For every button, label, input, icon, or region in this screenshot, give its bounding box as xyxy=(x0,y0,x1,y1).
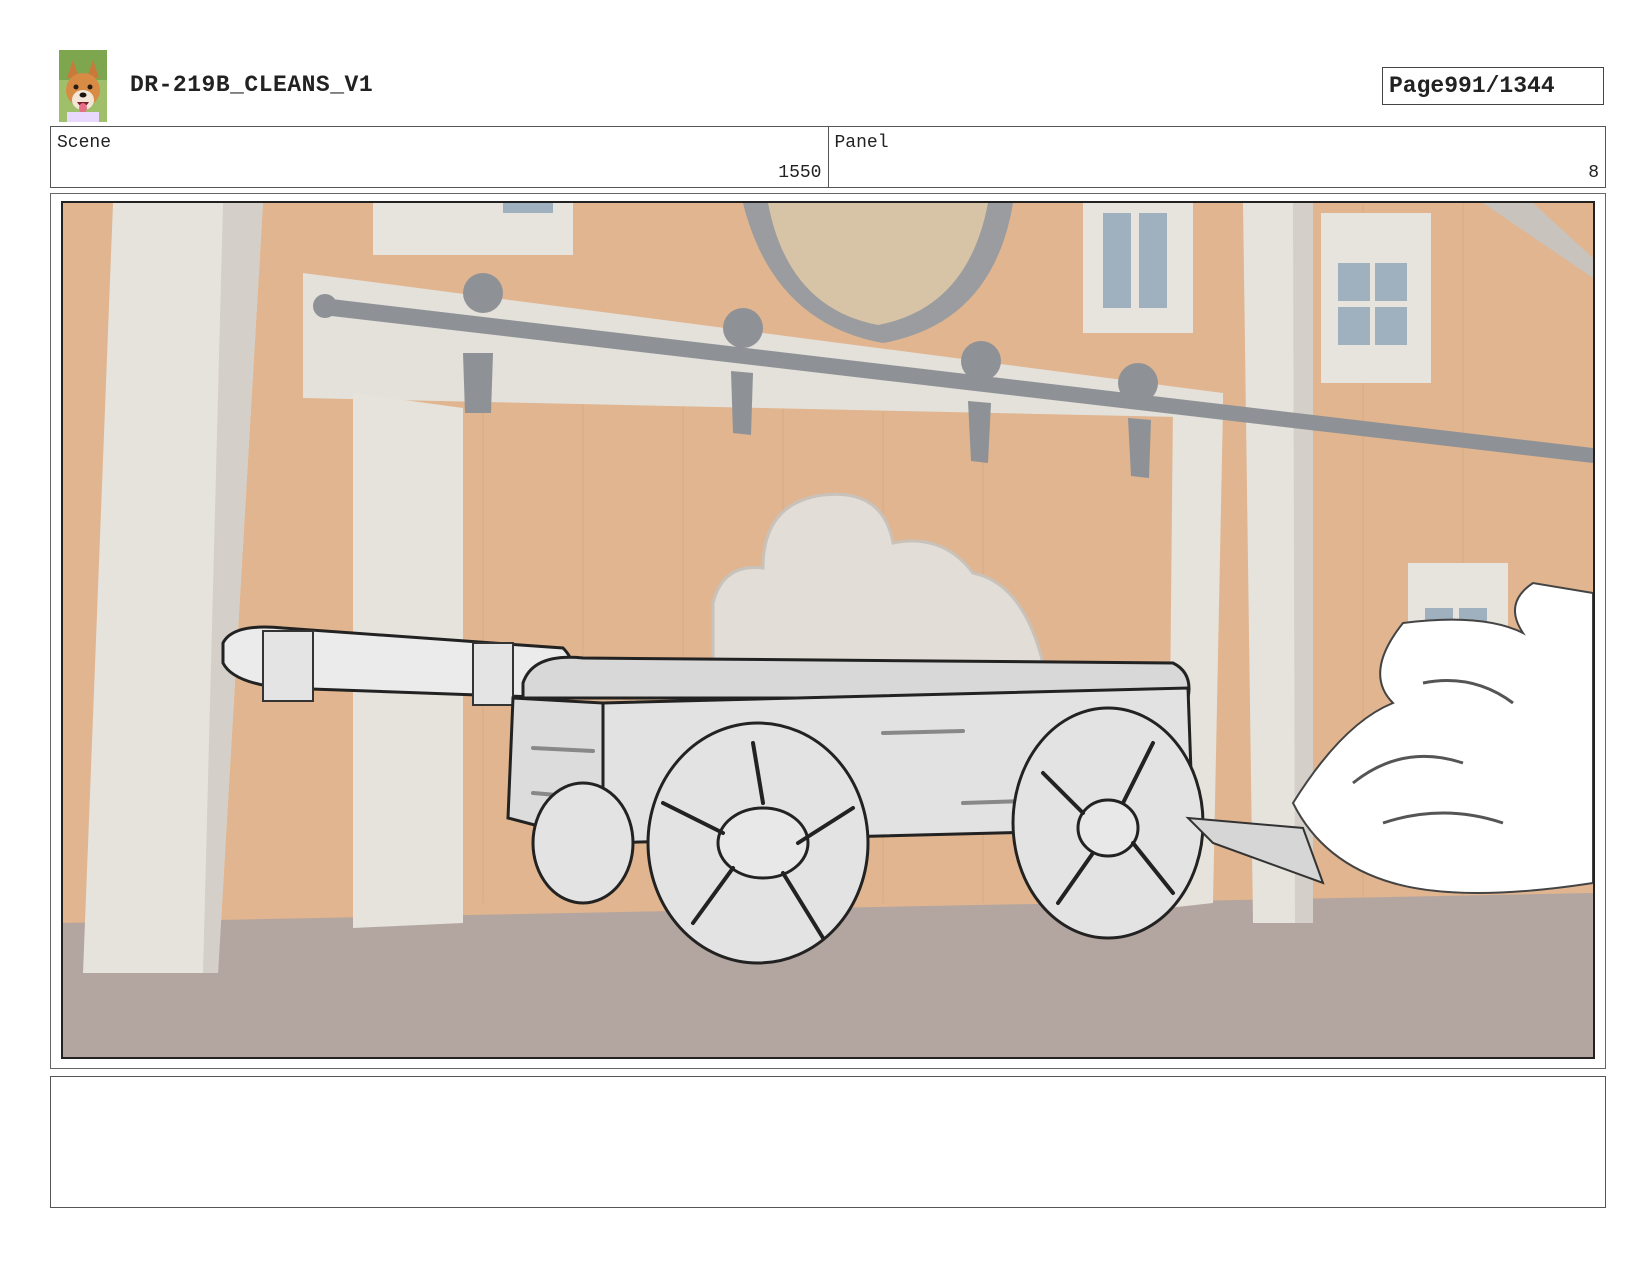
scene-panel-row: Scene 1550 Panel 8 xyxy=(50,126,1606,188)
storyboard-frame-wagon-icon xyxy=(63,203,1593,1057)
scene-value: 1550 xyxy=(778,163,822,183)
panel-label: Panel xyxy=(834,133,889,153)
logo-dog-avatar xyxy=(59,50,107,122)
dog-icon xyxy=(59,50,107,122)
scene-label: Scene xyxy=(57,133,112,153)
panel-cell: Panel 8 xyxy=(827,127,1606,187)
page-label: Page xyxy=(1389,73,1445,99)
panel-artwork xyxy=(61,201,1595,1059)
document-title: DR-219B_CLEANS_V1 xyxy=(130,72,374,98)
scene-cell: Scene 1550 xyxy=(51,127,828,187)
page-number: 991/1344 xyxy=(1444,73,1555,99)
page-indicator: Page 991/1344 xyxy=(1382,67,1604,105)
panel-value: 8 xyxy=(1588,163,1599,183)
notes-box xyxy=(50,1076,1606,1208)
